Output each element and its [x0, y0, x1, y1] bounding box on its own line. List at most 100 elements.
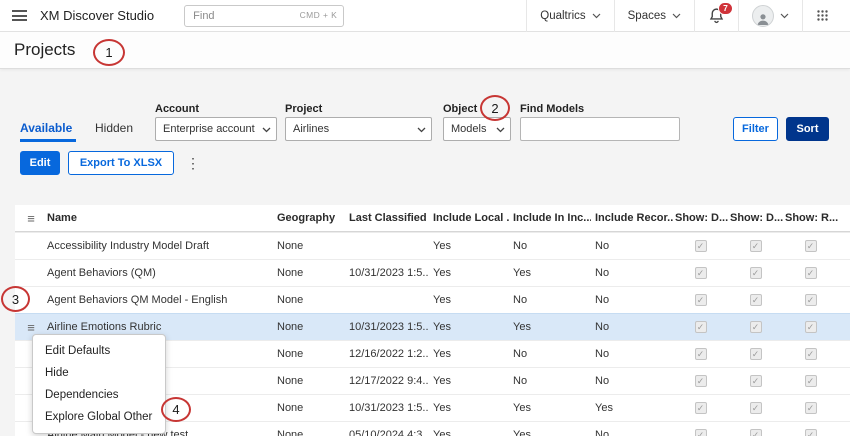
column-header-last-classified[interactable]: Last Classified [345, 212, 429, 224]
column-header-include-local[interactable]: Include Local ... [429, 212, 509, 224]
column-header-include-in-inc[interactable]: Include In Inc... [509, 212, 591, 224]
page-title: Projects [14, 40, 75, 60]
include-in-inc-cell: No [509, 375, 591, 387]
show-checkbox[interactable] [805, 402, 817, 414]
include-local-cell: Yes [429, 294, 509, 306]
show-checkbox[interactable] [805, 348, 817, 360]
project-label: Project [285, 103, 322, 115]
include-local-cell: Yes [429, 348, 509, 360]
show-checkbox[interactable] [750, 321, 762, 333]
show-checkbox[interactable] [805, 240, 817, 252]
person-icon [756, 12, 770, 26]
include-local-cell: Yes [429, 429, 509, 436]
hamburger-menu-icon[interactable] [12, 10, 27, 21]
export-xlsx-button[interactable]: Export To XLSX [68, 151, 174, 175]
column-header-geography[interactable]: Geography [273, 212, 345, 224]
object-select-value: Models [451, 123, 486, 135]
include-in-inc-cell: Yes [509, 429, 591, 436]
grid-icon [816, 9, 829, 22]
edit-button[interactable]: Edit [20, 151, 60, 175]
column-header-show-3[interactable]: Show: R... [783, 212, 838, 224]
column-drag-icon[interactable]: ≡ [15, 211, 47, 226]
show-checkbox[interactable] [750, 348, 762, 360]
account-menu[interactable] [738, 0, 802, 32]
annotation-circle-2: 2 [480, 95, 510, 121]
show-checkbox[interactable] [695, 375, 707, 387]
filter-button[interactable]: Filter [733, 117, 778, 141]
show-checkbox[interactable] [750, 294, 762, 306]
show-checkbox[interactable] [805, 267, 817, 279]
notification-badge: 7 [718, 2, 733, 15]
annotation-circle-1: 1 [93, 39, 125, 66]
column-header-include-recor[interactable]: Include Recor... [591, 212, 673, 224]
last-classified-cell: 10/31/2023 1:5... [345, 267, 429, 279]
sort-button[interactable]: Sort [786, 117, 829, 141]
table-header-row: ≡ Name Geography Last Classified Include… [15, 205, 850, 232]
table-row[interactable]: Agent Behaviors (QM) None 10/31/2023 1:5… [15, 259, 850, 286]
show-checkbox[interactable] [695, 240, 707, 252]
context-menu-item-explore-global-other[interactable]: Explore Global Other [33, 406, 165, 428]
tab-hidden[interactable]: Hidden [95, 117, 133, 139]
include-local-cell: Yes [429, 321, 509, 333]
include-local-cell: Yes [429, 402, 509, 414]
global-search: CMD + K [184, 5, 344, 27]
show-checkbox[interactable] [805, 321, 817, 333]
spaces-menu[interactable]: Spaces [614, 0, 694, 32]
column-header-show-1[interactable]: Show: D... [673, 212, 728, 224]
include-local-cell: Yes [429, 375, 509, 387]
show-checkbox[interactable] [750, 375, 762, 387]
spaces-menu-label: Spaces [628, 10, 666, 22]
object-select[interactable]: Models [443, 117, 511, 141]
column-header-name[interactable]: Name [47, 212, 273, 224]
include-in-inc-cell: No [509, 240, 591, 252]
show-checkbox[interactable] [695, 267, 707, 279]
context-menu-item-dependencies[interactable]: Dependencies [33, 384, 165, 406]
geography-cell: None [273, 267, 345, 279]
project-select[interactable]: Airlines [285, 117, 432, 141]
geography-cell: None [273, 375, 345, 387]
qualtrics-menu-label: Qualtrics [540, 10, 585, 22]
qualtrics-menu[interactable]: Qualtrics [526, 0, 613, 32]
annotation-circle-4: 4 [161, 397, 191, 422]
include-recor-cell: Yes [591, 402, 673, 414]
table-row[interactable]: Agent Behaviors QM Model - English None … [15, 286, 850, 313]
notifications-button[interactable]: 7 [694, 0, 738, 32]
context-menu-item-hide[interactable]: Hide [33, 362, 165, 384]
show-checkbox[interactable] [750, 429, 762, 436]
tab-available[interactable]: Available [20, 117, 72, 139]
show-checkbox[interactable] [805, 429, 817, 436]
show-checkbox[interactable] [750, 267, 762, 279]
app-switcher-button[interactable] [802, 0, 842, 32]
show-checkbox[interactable] [750, 240, 762, 252]
last-classified-cell: 10/31/2023 1:5... [345, 402, 429, 414]
include-in-inc-cell: Yes [509, 402, 591, 414]
project-select-value: Airlines [293, 123, 329, 135]
row-drag-handle[interactable]: ≡ [15, 320, 47, 335]
find-models-label: Find Models [520, 103, 584, 115]
include-in-inc-cell: Yes [509, 321, 591, 333]
annotation-circle-3: 3 [1, 286, 30, 312]
geography-cell: None [273, 429, 345, 436]
show-checkbox[interactable] [695, 294, 707, 306]
show-checkbox[interactable] [695, 348, 707, 360]
show-checkbox[interactable] [695, 321, 707, 333]
search-shortcut-hint: CMD + K [300, 10, 338, 20]
more-actions-button[interactable]: ⋮ [183, 151, 203, 175]
show-checkbox[interactable] [750, 402, 762, 414]
column-header-show-2[interactable]: Show: D... [728, 212, 783, 224]
include-recor-cell: No [591, 348, 673, 360]
show-checkbox[interactable] [805, 294, 817, 306]
include-recor-cell: No [591, 375, 673, 387]
account-select[interactable]: Enterprise account [155, 117, 277, 141]
context-menu-item-edit-defaults[interactable]: Edit Defaults [33, 340, 165, 362]
topbar-right: Qualtrics Spaces 7 [526, 0, 842, 32]
app-title: XM Discover Studio [40, 8, 154, 23]
include-in-inc-cell: Yes [509, 267, 591, 279]
show-checkbox[interactable] [695, 402, 707, 414]
show-checkbox[interactable] [695, 429, 707, 436]
table-row[interactable]: Accessibility Industry Model Draft None … [15, 232, 850, 259]
find-models-input[interactable] [520, 117, 680, 141]
geography-cell: None [273, 402, 345, 414]
account-select-value: Enterprise account [163, 123, 255, 135]
show-checkbox[interactable] [805, 375, 817, 387]
